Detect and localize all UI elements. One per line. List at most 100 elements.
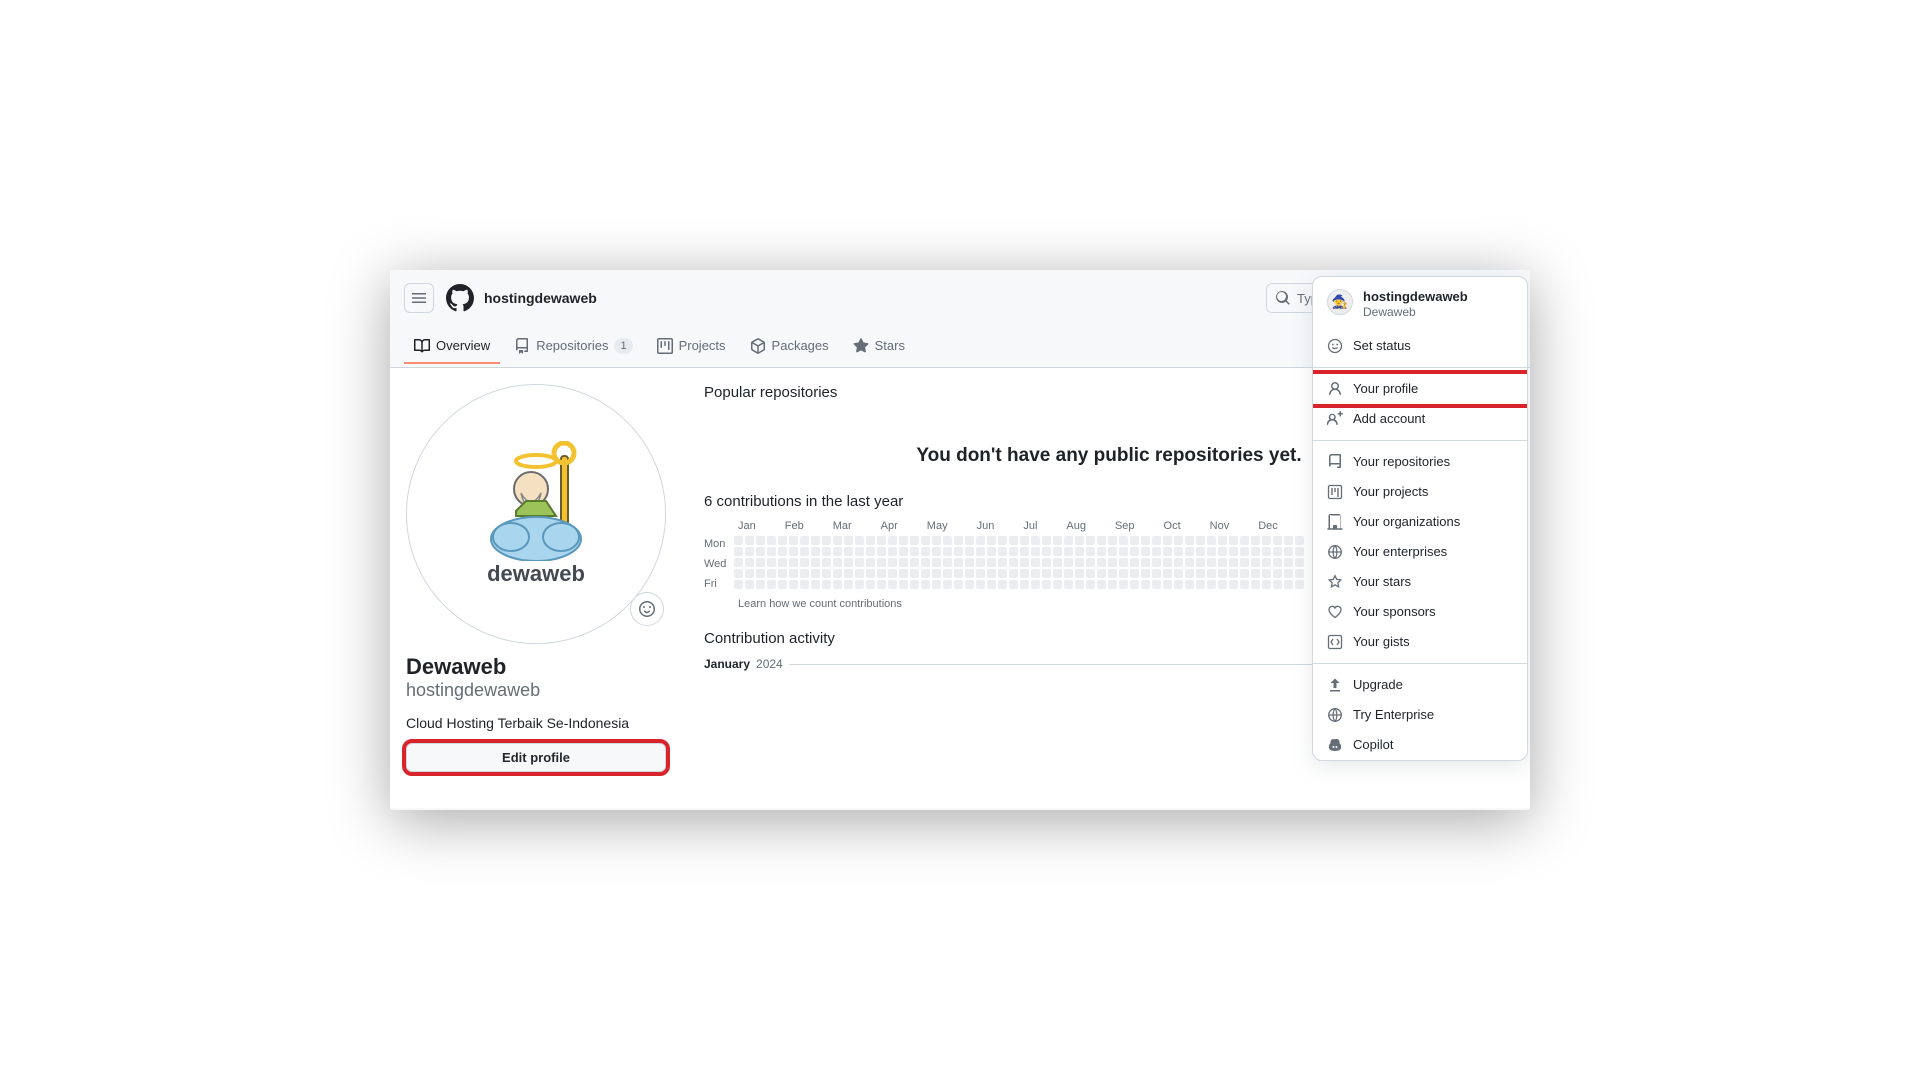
contrib-cell[interactable]: [833, 558, 842, 567]
contrib-cell[interactable]: [965, 580, 974, 589]
menu-your-profile[interactable]: Your profile: [1313, 374, 1527, 404]
contrib-cell[interactable]: [888, 558, 897, 567]
contrib-cell[interactable]: [756, 569, 765, 578]
contrib-cell[interactable]: [1240, 580, 1249, 589]
contrib-cell[interactable]: [910, 547, 919, 556]
contrib-cell[interactable]: [767, 569, 776, 578]
contrib-cell[interactable]: [954, 569, 963, 578]
contrib-cell[interactable]: [954, 558, 963, 567]
contrib-cell[interactable]: [789, 536, 798, 545]
contrib-cell[interactable]: [811, 569, 820, 578]
contrib-cell[interactable]: [1185, 580, 1194, 589]
contrib-cell[interactable]: [1108, 558, 1117, 567]
contrib-cell[interactable]: [1152, 558, 1161, 567]
menu-set-status[interactable]: Set status: [1313, 331, 1527, 361]
context-username[interactable]: hostingdewaweb: [484, 290, 597, 306]
contrib-cell[interactable]: [1108, 580, 1117, 589]
contrib-cell[interactable]: [1152, 580, 1161, 589]
contrib-cell[interactable]: [987, 558, 996, 567]
contrib-cell[interactable]: [822, 558, 831, 567]
contrib-cell[interactable]: [1185, 536, 1194, 545]
contrib-cell[interactable]: [789, 580, 798, 589]
contrib-cell[interactable]: [1097, 536, 1106, 545]
contrib-cell[interactable]: [1020, 580, 1029, 589]
contrib-cell[interactable]: [822, 580, 831, 589]
contrib-cell[interactable]: [1273, 558, 1282, 567]
contrib-cell[interactable]: [756, 547, 765, 556]
menu-your-organizations[interactable]: Your organizations: [1313, 507, 1527, 537]
contrib-cell[interactable]: [855, 558, 864, 567]
contrib-cell[interactable]: [1130, 569, 1139, 578]
contrib-cell[interactable]: [987, 536, 996, 545]
contrib-cell[interactable]: [921, 580, 930, 589]
contrib-cell[interactable]: [855, 580, 864, 589]
contrib-cell[interactable]: [778, 569, 787, 578]
contrib-cell[interactable]: [778, 580, 787, 589]
contrib-cell[interactable]: [1086, 569, 1095, 578]
contrib-cell[interactable]: [1284, 536, 1293, 545]
contrib-cell[interactable]: [1174, 558, 1183, 567]
contrib-cell[interactable]: [1251, 536, 1260, 545]
contrib-cell[interactable]: [1020, 547, 1029, 556]
menu-add-account[interactable]: Add account: [1313, 404, 1527, 434]
contrib-cell[interactable]: [1064, 536, 1073, 545]
contrib-cell[interactable]: [1284, 569, 1293, 578]
contrib-cell[interactable]: [987, 569, 996, 578]
contrib-cell[interactable]: [976, 536, 985, 545]
contrib-cell[interactable]: [965, 547, 974, 556]
contrib-cell[interactable]: [789, 547, 798, 556]
contrib-cell[interactable]: [888, 580, 897, 589]
contrib-cell[interactable]: [910, 536, 919, 545]
contrib-cell[interactable]: [1240, 569, 1249, 578]
contrib-cell[interactable]: [1064, 558, 1073, 567]
contrib-cell[interactable]: [745, 536, 754, 545]
contrib-cell[interactable]: [756, 580, 765, 589]
menu-upgrade[interactable]: Upgrade: [1313, 670, 1527, 700]
contrib-cell[interactable]: [1207, 580, 1216, 589]
contrib-cell[interactable]: [1262, 558, 1271, 567]
contrib-cell[interactable]: [1020, 558, 1029, 567]
hamburger-button[interactable]: [404, 283, 434, 313]
contrib-cell[interactable]: [1042, 558, 1051, 567]
contrib-cell[interactable]: [1130, 558, 1139, 567]
contrib-cell[interactable]: [987, 547, 996, 556]
contrib-cell[interactable]: [987, 580, 996, 589]
contrib-cell[interactable]: [1053, 558, 1062, 567]
contrib-cell[interactable]: [1185, 569, 1194, 578]
contrib-cell[interactable]: [1119, 580, 1128, 589]
contrib-cell[interactable]: [1262, 536, 1271, 545]
contrib-cell[interactable]: [1152, 536, 1161, 545]
contrib-cell[interactable]: [1196, 569, 1205, 578]
contrib-cell[interactable]: [1009, 569, 1018, 578]
contrib-cell[interactable]: [1119, 536, 1128, 545]
contrib-cell[interactable]: [1163, 558, 1172, 567]
contrib-cell[interactable]: [1196, 536, 1205, 545]
contrib-cell[interactable]: [1064, 580, 1073, 589]
github-logo[interactable]: [446, 284, 474, 312]
contrib-cell[interactable]: [1053, 580, 1062, 589]
contrib-cell[interactable]: [1262, 569, 1271, 578]
contrib-cell[interactable]: [943, 536, 952, 545]
contrib-cell[interactable]: [1053, 536, 1062, 545]
contrib-cell[interactable]: [844, 558, 853, 567]
menu-your-stars[interactable]: Your stars: [1313, 567, 1527, 597]
contrib-cell[interactable]: [1229, 569, 1238, 578]
contrib-cell[interactable]: [1108, 569, 1117, 578]
contrib-cell[interactable]: [1262, 580, 1271, 589]
contrib-cell[interactable]: [811, 558, 820, 567]
contrib-cell[interactable]: [778, 558, 787, 567]
contrib-cell[interactable]: [1130, 580, 1139, 589]
contrib-cell[interactable]: [1262, 547, 1271, 556]
contrib-cell[interactable]: [811, 536, 820, 545]
contrib-cell[interactable]: [1273, 547, 1282, 556]
contrib-cell[interactable]: [1284, 580, 1293, 589]
contrib-cell[interactable]: [921, 547, 930, 556]
contrib-cell[interactable]: [778, 547, 787, 556]
contrib-cell[interactable]: [1097, 558, 1106, 567]
contrib-cell[interactable]: [767, 580, 776, 589]
contrib-cell[interactable]: [767, 558, 776, 567]
contrib-cell[interactable]: [1207, 569, 1216, 578]
menu-copilot[interactable]: Copilot: [1313, 730, 1527, 760]
contrib-cell[interactable]: [866, 558, 875, 567]
contrib-cell[interactable]: [1086, 547, 1095, 556]
